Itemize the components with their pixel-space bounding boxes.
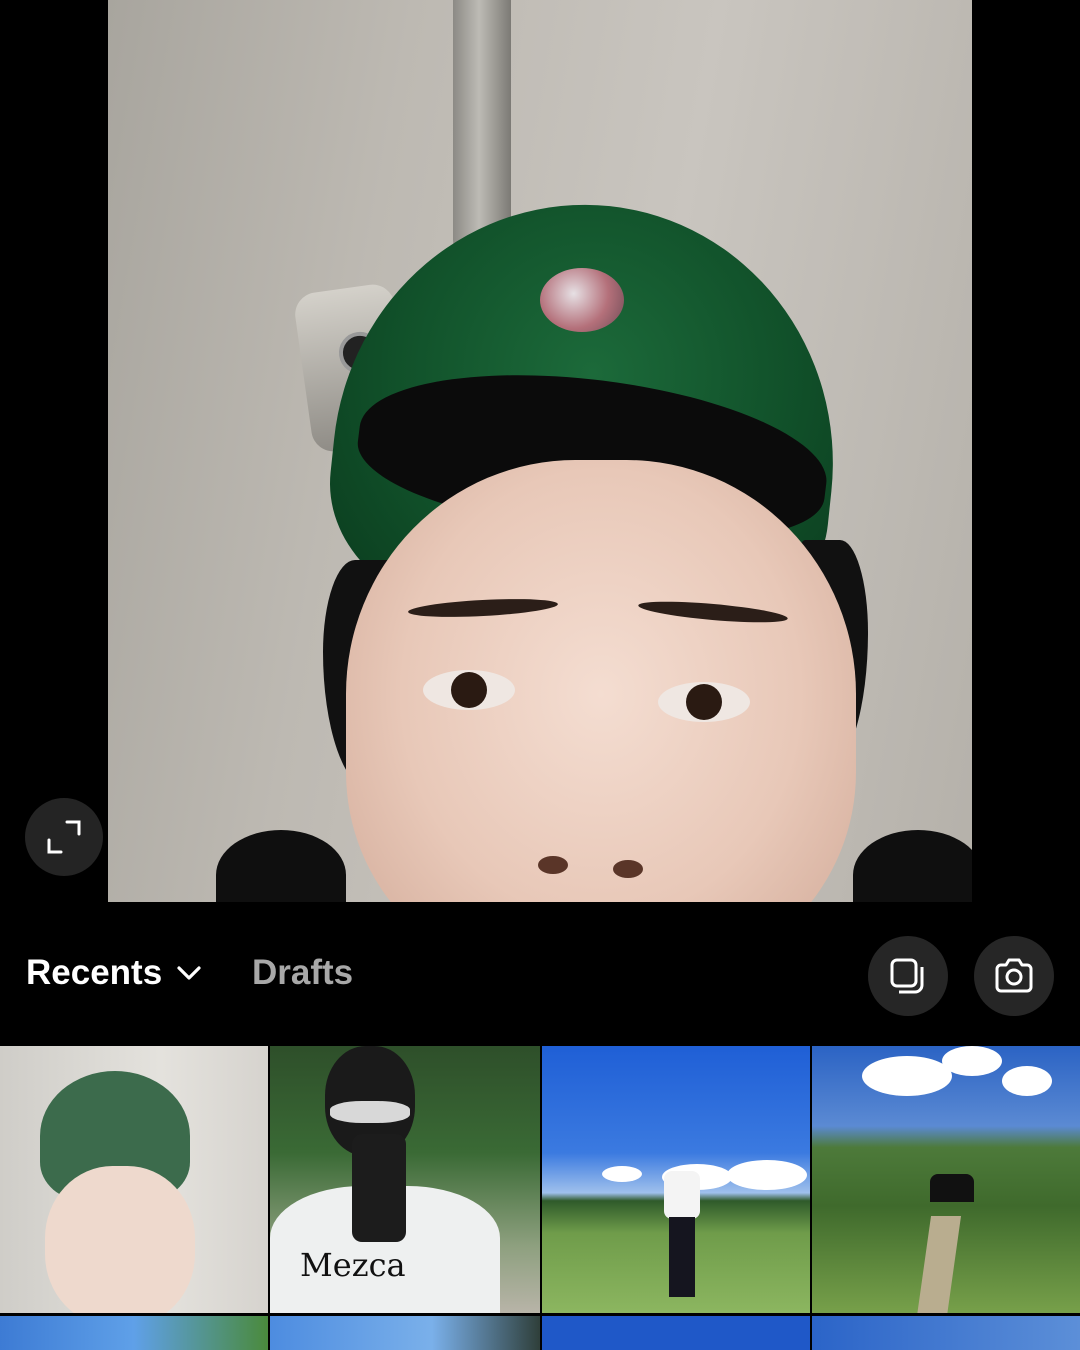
expand-icon (47, 820, 81, 854)
thumbnail-sky-3[interactable] (542, 1316, 810, 1350)
thumb-cloud (727, 1160, 807, 1190)
thumb-cloud (602, 1166, 642, 1182)
gallery-toolbar: Recents Drafts (0, 925, 1080, 1025)
thumb-path (916, 1216, 962, 1313)
thumb-shirt-print: Mezca (300, 1246, 406, 1284)
thumb-person-legs (669, 1217, 695, 1297)
thumbnail-field-person[interactable] (542, 1046, 810, 1313)
drafts-tab[interactable]: Drafts (252, 953, 353, 993)
photo-preview (0, 0, 1080, 903)
multi-select-icon (890, 958, 924, 994)
thumb-glasses (330, 1101, 410, 1123)
thumb-tunnel (930, 1174, 974, 1202)
shoulder-right (853, 830, 972, 902)
thumb-phone (352, 1134, 406, 1242)
thumb-cloud (942, 1046, 1002, 1076)
expand-button[interactable] (25, 798, 103, 876)
album-label: Recents (26, 953, 163, 992)
shoulder-left (216, 830, 346, 902)
preview-image[interactable] (108, 0, 972, 902)
eye-right (658, 682, 750, 722)
camera-icon (995, 958, 1033, 993)
thumbnail-sky-4[interactable] (812, 1316, 1080, 1350)
media-grid: Mezca (0, 1046, 1080, 1350)
thumb-person (664, 1171, 700, 1301)
nostril-right (613, 860, 643, 878)
thumbnail-selfie[interactable] (0, 1046, 268, 1313)
thumb-cloud (862, 1056, 952, 1096)
nostril-left (538, 856, 568, 874)
chevron-down-icon (177, 966, 201, 980)
thumb-person-shirt (664, 1171, 700, 1219)
thumbnail-mirror-selfie[interactable]: Mezca (270, 1046, 540, 1313)
thumb-face (45, 1166, 195, 1313)
thumbnail-sky-2[interactable] (270, 1316, 540, 1350)
cap-button (540, 268, 624, 332)
thumb-cloud (1002, 1066, 1052, 1096)
multi-select-button[interactable] (868, 936, 948, 1016)
album-selector[interactable]: Recents (26, 953, 202, 993)
eye-left (423, 670, 515, 710)
camera-button[interactable] (974, 936, 1054, 1016)
face (346, 460, 856, 902)
thumbnail-sky-1[interactable] (0, 1316, 268, 1350)
thumbnail-garden-path[interactable] (812, 1046, 1080, 1313)
